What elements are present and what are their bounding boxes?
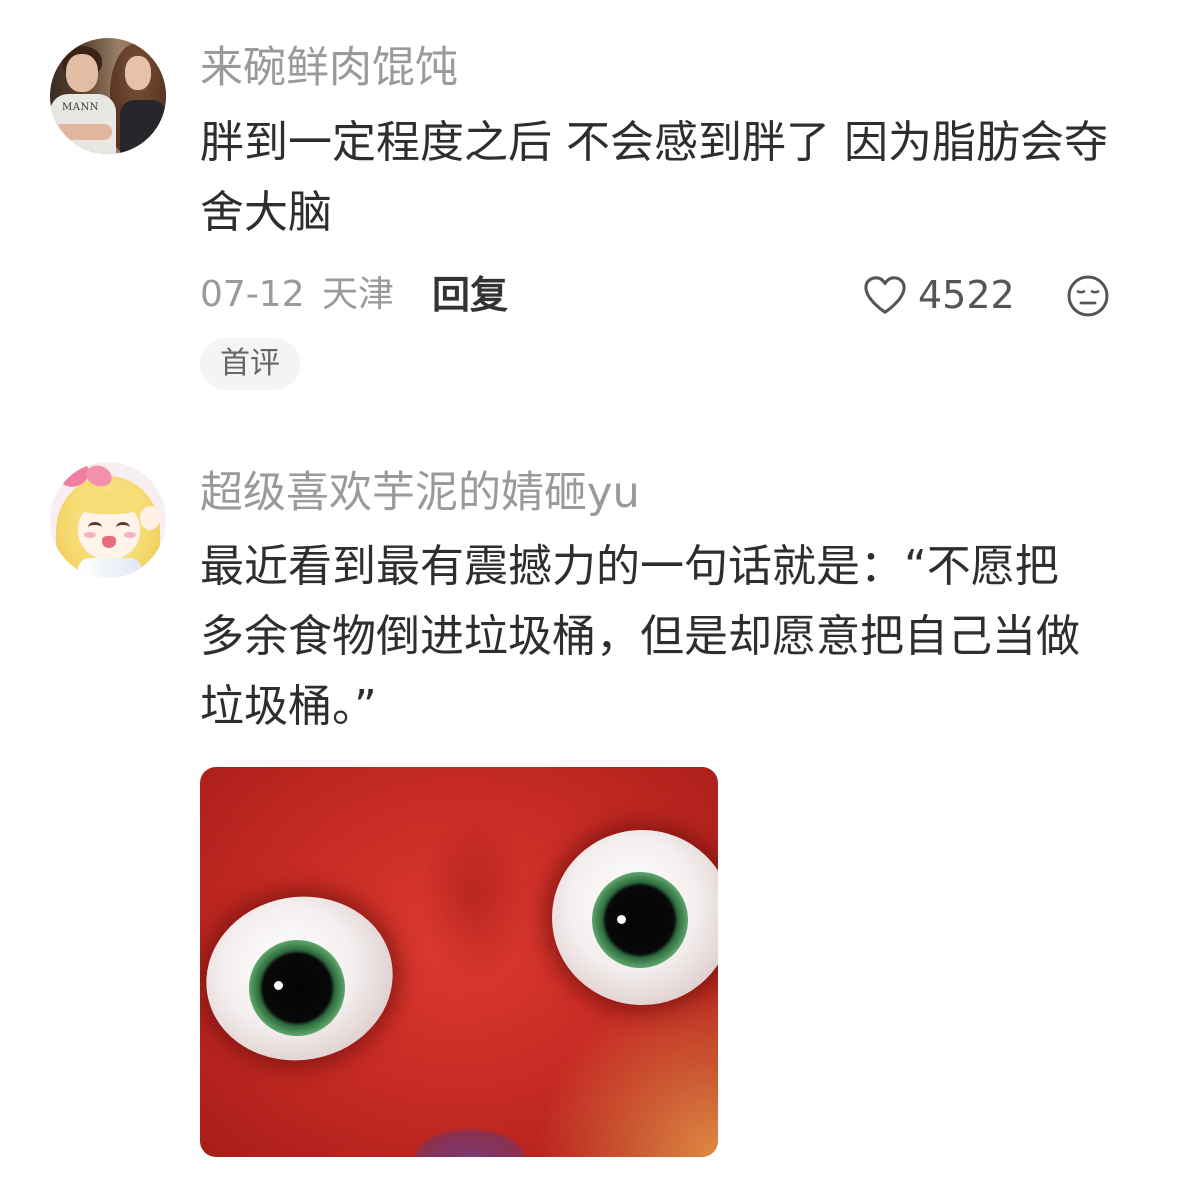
avatar-mouth <box>102 536 116 548</box>
dislike-button[interactable] <box>1066 274 1110 318</box>
comment-image[interactable] <box>200 767 718 1157</box>
image-eye-glint <box>617 915 626 924</box>
reply-button[interactable]: 回复 <box>432 265 508 325</box>
avatar-blush <box>84 532 96 538</box>
avatar-blush <box>124 532 136 538</box>
comment-location: 天津 <box>322 274 395 315</box>
heart-outline-icon <box>864 276 906 314</box>
image-iris <box>249 940 345 1036</box>
avatar-hand <box>140 506 160 530</box>
comment-content-line: 最近看到最有震撼力的一句话就是：“不愿把 <box>200 541 1059 592</box>
avatar-clothes <box>78 558 142 578</box>
image-iris <box>592 872 688 968</box>
comment-username[interactable]: 超级喜欢芋泥的婧砸yu <box>200 463 1130 523</box>
comment-date: 07-12 <box>200 274 305 315</box>
avatar-face <box>66 54 98 92</box>
user-avatar[interactable] <box>50 462 166 578</box>
like-count: 4522 <box>918 273 1015 317</box>
comment-content-line: 多余食物倒进垃圾桶，但是却愿意把自己当做 <box>200 611 1080 662</box>
comment-body: 超级喜欢芋泥的婧砸yu 最近看到最有震撼力的一句话就是：“不愿把 多余食物倒进垃… <box>200 463 1130 1157</box>
like-button[interactable]: 4522 <box>860 265 1020 325</box>
image-eye-glint <box>274 981 283 990</box>
user-avatar[interactable]: MANN <box>50 38 166 154</box>
comment-content: 胖到一定程度之后 不会感到胖了 因为脂肪会夺 舍大脑 <box>200 108 1130 248</box>
comment-content-line: 垃圾桶。” <box>200 681 377 732</box>
avatar-bangs <box>74 490 144 514</box>
image-nose <box>415 1129 525 1157</box>
comment-body: 来碗鲜肉馄饨 胖到一定程度之后 不会感到胖了 因为脂肪会夺 舍大脑 07-12 … <box>200 38 1130 390</box>
avatar-body <box>120 100 166 154</box>
image-fur-shading <box>420 807 530 987</box>
avatar-shirt-lettering: MANN <box>62 102 99 113</box>
comment-content-line: 胖到一定程度之后 不会感到胖了 因为脂肪会夺 <box>200 117 1108 168</box>
avatar-arms <box>54 124 112 140</box>
comment-content-line: 舍大脑 <box>200 187 332 238</box>
neutral-face-icon <box>1067 275 1109 317</box>
first-comment-badge: 首评 <box>200 338 300 390</box>
avatar-face <box>125 56 151 90</box>
comment-meta-row: 07-12 天津 回复 4522 <box>200 265 1125 325</box>
comment-username[interactable]: 来碗鲜肉馄饨 <box>200 38 1130 98</box>
comment-content: 最近看到最有震撼力的一句话就是：“不愿把 多余食物倒进垃圾桶，但是却愿意把自己当… <box>200 532 1130 742</box>
